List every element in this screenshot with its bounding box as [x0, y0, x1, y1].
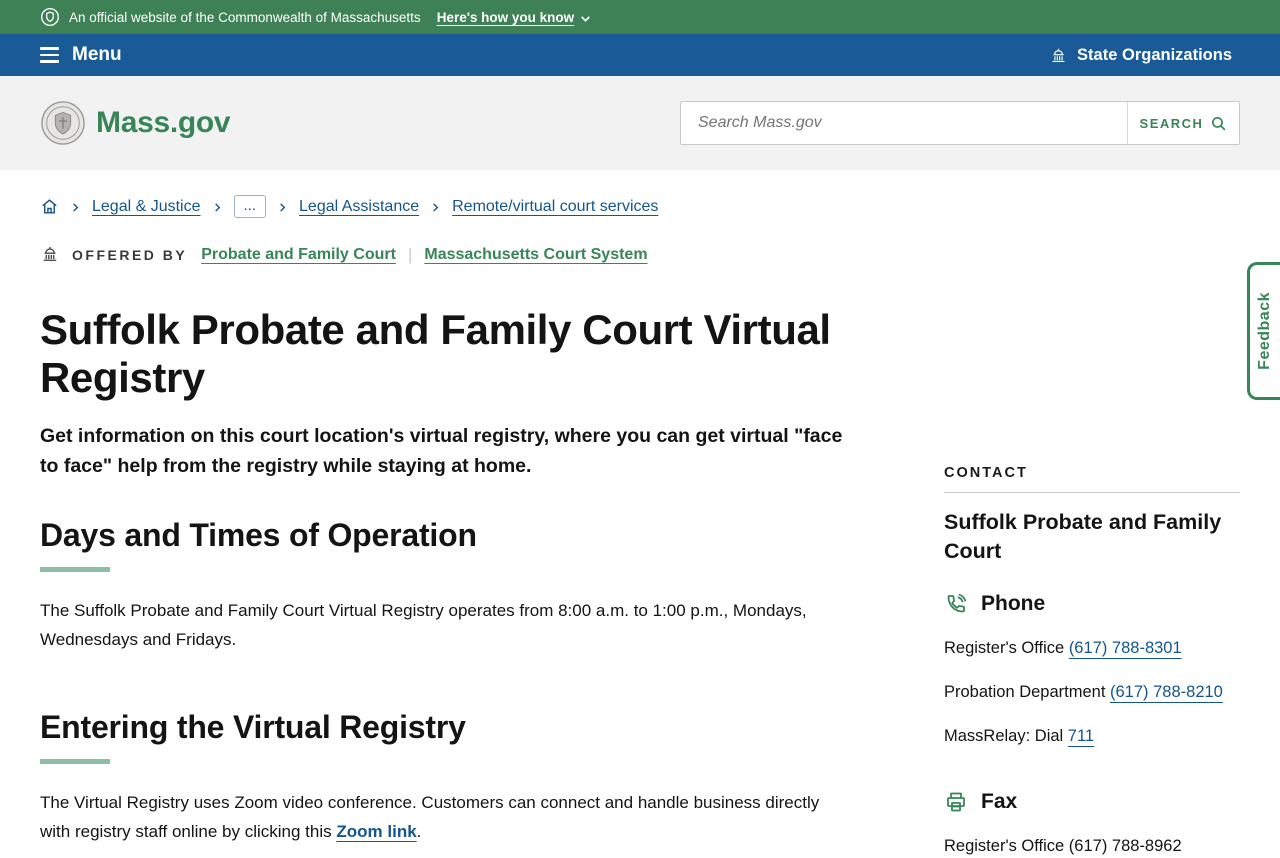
state-seal-icon [40, 7, 60, 27]
breadcrumb-separator-icon [212, 202, 223, 213]
state-organizations-label: State Organizations [1077, 45, 1232, 64]
capitol-icon [43, 246, 57, 261]
body-text-after-link: . [416, 821, 422, 841]
massgov-logo[interactable]: Mass.gov [40, 100, 231, 146]
page-title: Suffolk Probate and Family Court Virtual… [40, 306, 831, 402]
search-bar: SEARCH [680, 101, 1240, 145]
fax-icon [947, 792, 965, 812]
fax-row-label: Register's Office (617) 788-8962 [944, 837, 1182, 856]
fax-heading-row: Fax [944, 790, 1240, 814]
section-heading-entering: Entering the Virtual Registry [40, 708, 466, 745]
state-organizations-button[interactable]: State Organizations [1049, 46, 1232, 65]
official-banner-text: An official website of the Commonwealth … [69, 9, 421, 25]
official-banner: An official website of the Commonwealth … [0, 0, 1280, 34]
search-button[interactable]: SEARCH [1127, 102, 1239, 144]
offered-by-link-probate-family-court[interactable]: Probate and Family Court [201, 246, 396, 264]
phone-row-label: MassRelay: Dial [944, 727, 1068, 746]
main-column: Suffolk Probate and Family Court Virtual… [40, 265, 882, 846]
section-heading-days-times: Days and Times of Operation [40, 517, 477, 554]
breadcrumb-ellipsis-button[interactable]: ... [233, 195, 267, 218]
phone-heading-row: Phone [944, 592, 1240, 616]
offered-by-divider: | [407, 245, 413, 264]
capitol-icon [1052, 48, 1065, 62]
massgov-seal-icon [41, 101, 85, 145]
contact-org-name: Suffolk Probate and Family Court [944, 510, 1222, 564]
heres-how-you-know-toggle[interactable]: Here's how you know [437, 10, 593, 25]
phone-row-label: Probation Department [944, 683, 1111, 702]
contact-sidebar: CONTACT Suffolk Probate and Family Court… [944, 265, 1240, 858]
site-header: Mass.gov SEARCH [0, 76, 1280, 170]
phone-heading: Phone [981, 592, 1046, 616]
breadcrumb-link-remote-virtual[interactable]: Remote/virtual court services [452, 198, 658, 216]
section-body-days-times: The Suffolk Probate and Family Court Vir… [40, 601, 807, 650]
phone-row: MassRelay: Dial 711 [944, 725, 1240, 748]
section-body-entering: The Virtual Registry uses Zoom video con… [40, 788, 830, 846]
phone-row: Probation Department (617) 788-8210 [944, 681, 1240, 704]
phone-number-link[interactable]: (617) 788-8210 [1110, 683, 1223, 701]
chevron-down-icon [581, 15, 591, 22]
phone-number-link[interactable]: 711 [1068, 727, 1094, 745]
phone-number-link[interactable]: (617) 788-8301 [1069, 639, 1182, 657]
breadcrumb: Legal & Justice ... Legal Assistance Rem… [0, 170, 1280, 218]
content-area: Suffolk Probate and Family Court Virtual… [0, 265, 1280, 858]
breadcrumb-separator-icon [277, 202, 288, 213]
breadcrumb-link-legal-assistance[interactable]: Legal Assistance [299, 198, 419, 216]
phone-icon [947, 593, 967, 613]
hamburger-icon [40, 47, 59, 63]
breadcrumb-separator-icon [70, 202, 81, 213]
home-icon[interactable] [40, 197, 59, 216]
page-lead: Get information on this court location's… [40, 424, 843, 477]
search-input[interactable] [681, 102, 1127, 144]
search-icon [1212, 116, 1226, 130]
zoom-link[interactable]: Zoom link [336, 822, 416, 841]
fax-heading: Fax [981, 790, 1018, 814]
contact-label: CONTACT [944, 465, 1028, 481]
heading-accent-bar [40, 567, 110, 573]
menu-button[interactable]: Menu [40, 44, 122, 66]
offered-by-label: OFFERED BY [72, 247, 188, 263]
offered-by-row: OFFERED BY Probate and Family Court | Ma… [0, 218, 1280, 265]
breadcrumb-link-legal-justice[interactable]: Legal & Justice [92, 198, 201, 216]
menu-bar: Menu State Organizations [0, 34, 1280, 76]
phone-row-label: Register's Office [944, 639, 1069, 658]
breadcrumb-separator-icon [430, 202, 441, 213]
offered-by-link-mass-court-system[interactable]: Massachusetts Court System [424, 246, 647, 264]
fax-row: Register's Office (617) 788-8962 [944, 835, 1240, 858]
menu-label: Menu [72, 44, 122, 65]
phone-row: Register's Office (617) 788-8301 [944, 637, 1240, 660]
feedback-tab-label: Feedback [1256, 292, 1273, 370]
contact-divider [944, 492, 1240, 493]
feedback-tab[interactable]: Feedback [1247, 262, 1280, 400]
massgov-logo-text: Mass.gov [96, 106, 231, 139]
heading-accent-bar [40, 758, 110, 764]
